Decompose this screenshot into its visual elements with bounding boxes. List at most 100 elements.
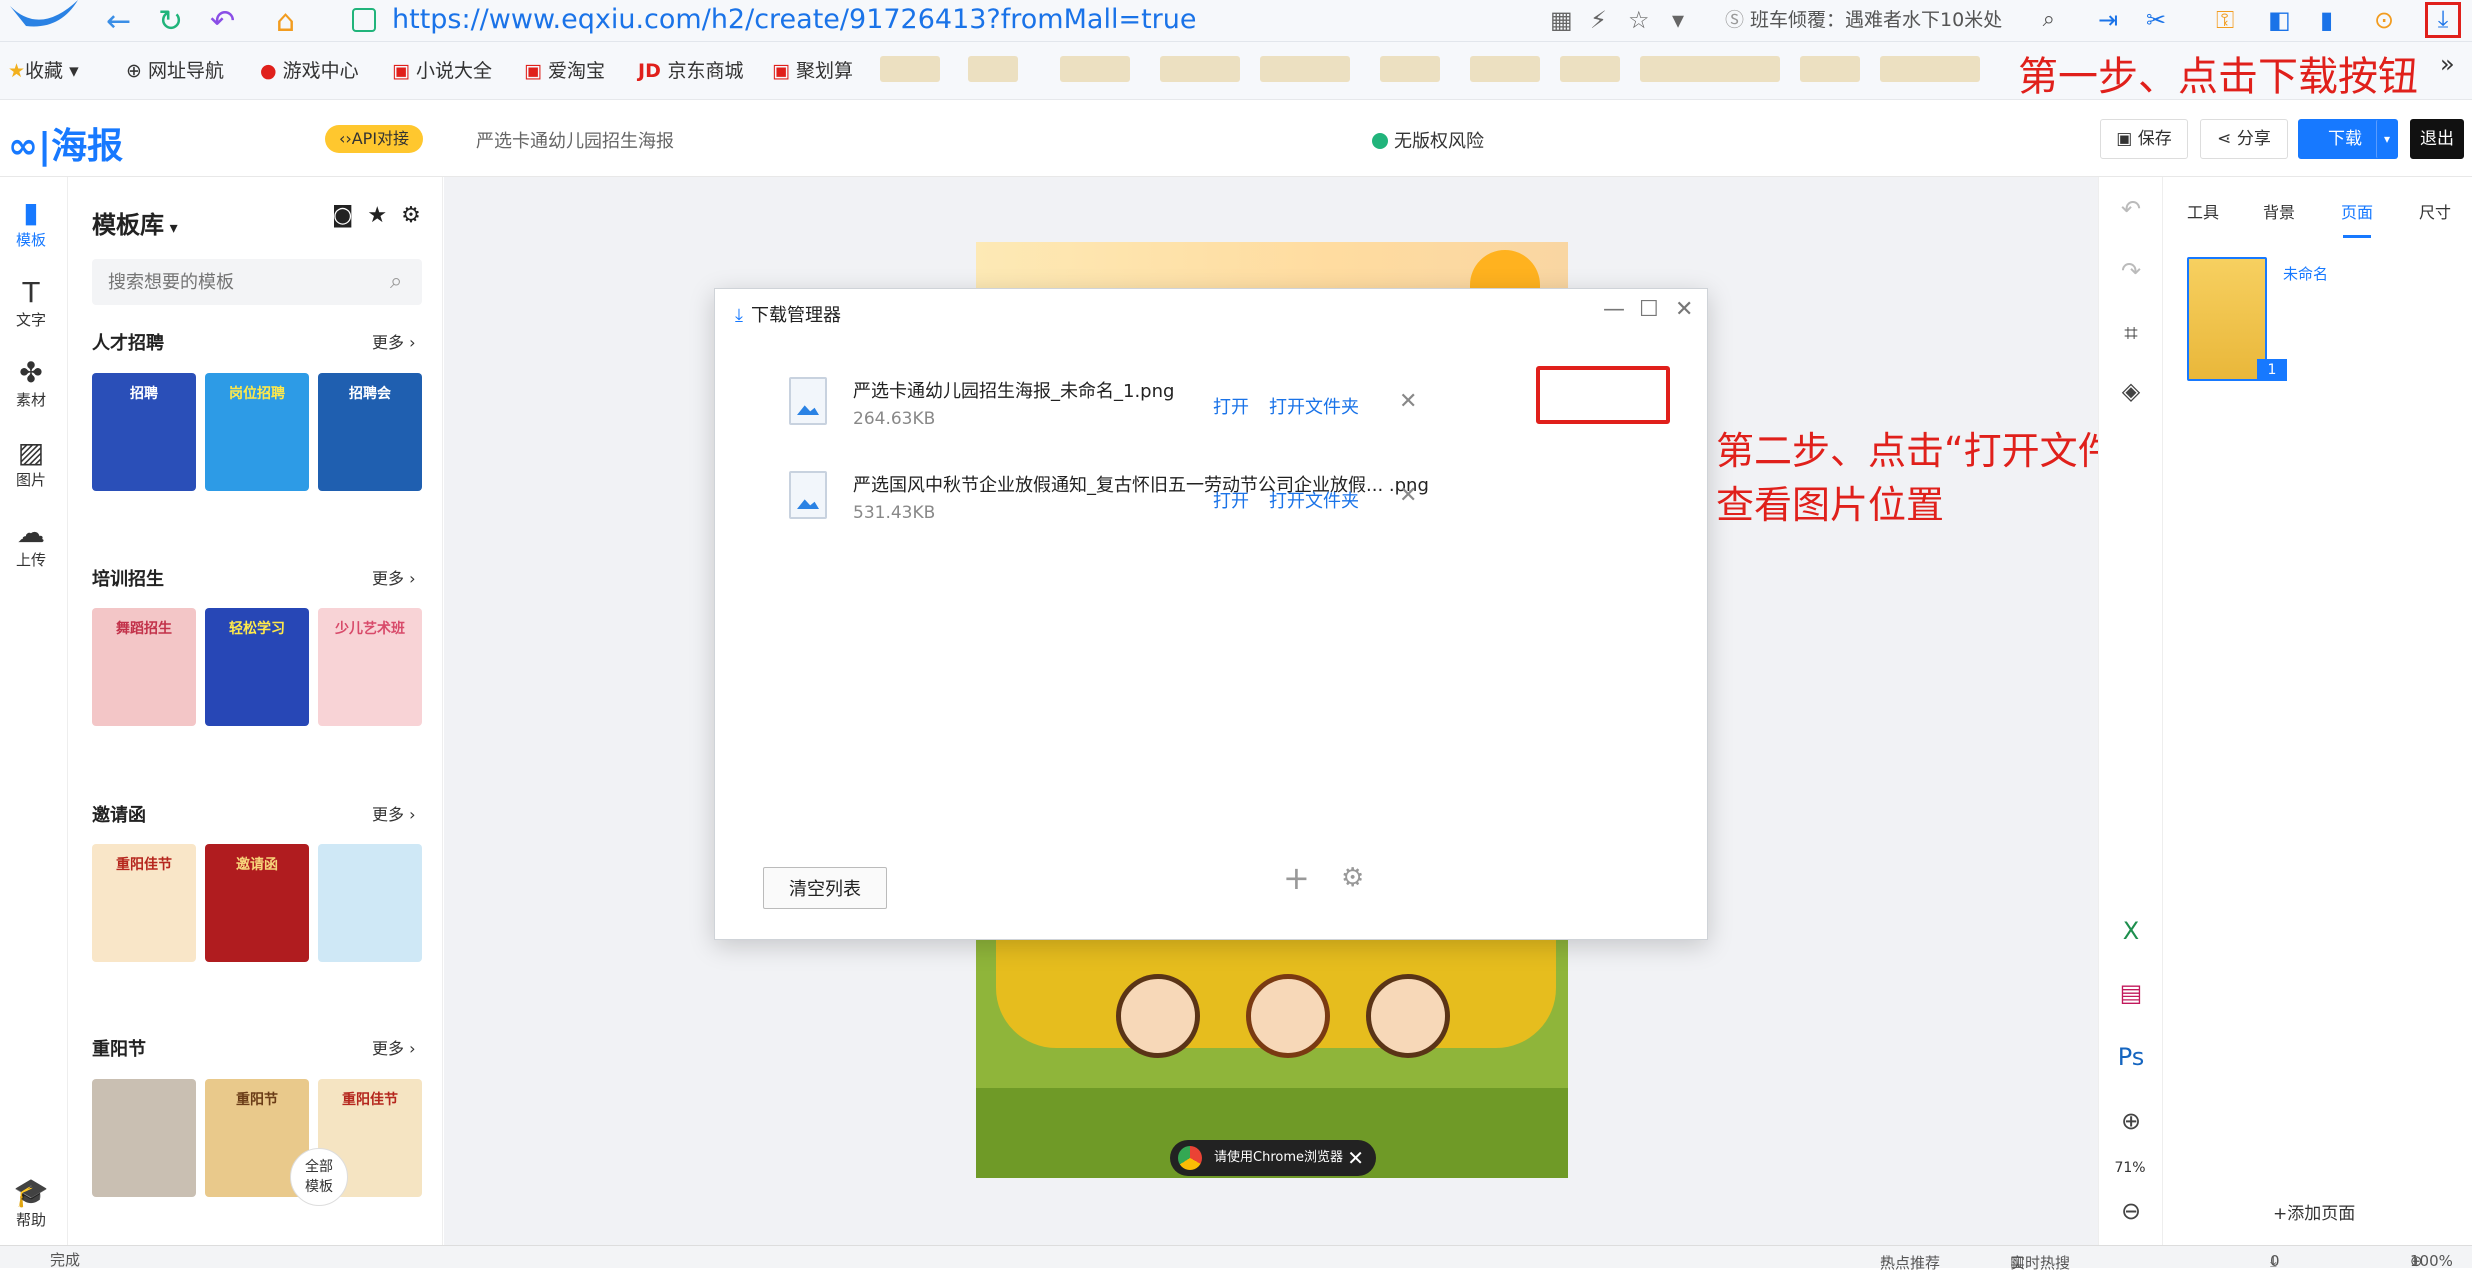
rail-upload[interactable]: ☁ 上传 bbox=[0, 517, 62, 570]
browser-download-icon[interactable]: ⤓ bbox=[2425, 2, 2461, 38]
gear-icon[interactable]: ⚙ bbox=[401, 203, 435, 228]
view-all-templates-button[interactable]: 全部 模板 bbox=[290, 1148, 348, 1206]
scissors-icon[interactable]: ✂ bbox=[2146, 6, 2166, 34]
tab-tools[interactable]: 工具 bbox=[2187, 199, 2219, 223]
more-link[interactable]: 更多 › bbox=[372, 1035, 416, 1059]
bookmark-favorites[interactable]: ★收藏 ▾ bbox=[8, 56, 79, 83]
bookmark-novels[interactable]: ▣ 小说大全 bbox=[392, 56, 492, 83]
page-name[interactable]: 未命名 bbox=[2283, 263, 2328, 284]
remove-item-icon[interactable]: ✕ bbox=[1399, 483, 1417, 508]
template-thumb[interactable] bbox=[318, 844, 422, 962]
remove-item-icon[interactable]: ✕ bbox=[1399, 389, 1417, 414]
reader-icon[interactable]: ▮ bbox=[2320, 6, 2333, 34]
key-icon[interactable]: ⚿ bbox=[2216, 6, 2234, 34]
settings-gear-icon[interactable]: ⚙ bbox=[1341, 863, 1364, 893]
material-icon: ✤ bbox=[19, 356, 43, 389]
add-page-button[interactable]: +添加页面 bbox=[2273, 1199, 2355, 1224]
page-number: 1 bbox=[2257, 359, 2287, 381]
tab-page[interactable]: 页面 bbox=[2341, 199, 2373, 223]
template-thumb[interactable]: 岗位招聘 bbox=[205, 373, 309, 491]
bookmark-jd[interactable]: JD 京东商城 bbox=[638, 56, 743, 83]
active-tab-indicator bbox=[2343, 235, 2371, 238]
crop-icon[interactable]: ⌗ bbox=[2099, 319, 2163, 347]
save-button[interactable]: ▣ 保存 bbox=[2100, 119, 2188, 159]
more-link[interactable]: 更多 › bbox=[372, 565, 416, 589]
close-icon[interactable]: ✕ bbox=[1675, 297, 1693, 322]
address-bar[interactable]: https://www.eqxiu.com/h2/create/91726413… bbox=[332, 2, 1532, 38]
rail-material[interactable]: ✤ 素材 bbox=[0, 357, 62, 410]
minimize-icon[interactable]: — bbox=[1603, 297, 1625, 322]
template-thumb[interactable]: 舞蹈招生 bbox=[92, 608, 196, 726]
template-thumb[interactable]: 招聘会 bbox=[318, 373, 422, 491]
zoom-out-icon[interactable]: ⊖ bbox=[2099, 1197, 2163, 1225]
blurred-bookmark bbox=[1800, 56, 1860, 82]
search-icon[interactable]: ⌕ bbox=[2043, 3, 2055, 37]
open-file-link[interactable]: 打开 bbox=[1213, 393, 1249, 419]
maximize-icon[interactable]: ☐ bbox=[1639, 297, 1659, 322]
undo-icon[interactable]: ↶ bbox=[210, 4, 235, 39]
brand-logo[interactable]: ∞|海报 bbox=[8, 117, 123, 169]
template-thumb[interactable]: 邀请函 bbox=[205, 844, 309, 962]
more-link[interactable]: 更多 › bbox=[372, 329, 416, 353]
star-icon[interactable]: ☆ bbox=[1628, 6, 1650, 34]
rail-help[interactable]: 🎓 帮助 bbox=[0, 1177, 62, 1230]
back-icon[interactable]: ← bbox=[106, 4, 131, 39]
open-file-link[interactable]: 打开 bbox=[1213, 487, 1249, 513]
home-icon[interactable]: ⌂ bbox=[276, 4, 295, 39]
star-filled-icon[interactable]: ★ bbox=[367, 203, 401, 228]
template-thumb[interactable]: 重阳佳节 bbox=[92, 844, 196, 962]
search-icon[interactable]: ⌕ bbox=[390, 269, 402, 294]
tab-size[interactable]: 尺寸 bbox=[2419, 199, 2451, 223]
layers-icon[interactable]: ◈ bbox=[2099, 377, 2163, 405]
bookmark-nav[interactable]: ⊕ 网址导航 bbox=[126, 56, 224, 83]
template-thumb[interactable]: 招聘 bbox=[92, 373, 196, 491]
photoshop-icon[interactable]: Ps bbox=[2099, 1043, 2163, 1071]
share-button[interactable]: ⋖ 分享 bbox=[2200, 119, 2288, 159]
template-thumb[interactable]: 少儿艺术班 bbox=[318, 608, 422, 726]
rail-template[interactable]: ▮ 模板 bbox=[0, 197, 62, 250]
bookmark-games[interactable]: ● 游戏中心 bbox=[260, 56, 359, 83]
close-icon[interactable]: ✕ bbox=[1347, 1140, 1364, 1176]
clear-list-button[interactable]: 清空列表 bbox=[763, 867, 887, 909]
zoom-in-icon[interactable]: ⊕ bbox=[2099, 1107, 2163, 1135]
pdf-icon[interactable]: ▤ bbox=[2099, 979, 2163, 1007]
template-thumb[interactable]: 轻松学习 bbox=[205, 608, 309, 726]
open-folder-link[interactable]: 打开文件夹 bbox=[1269, 487, 1359, 513]
refresh-icon[interactable]: ↻ bbox=[158, 4, 183, 39]
page-thumbnail[interactable] bbox=[2187, 257, 2267, 381]
download-dropdown-icon[interactable]: ▾ bbox=[2376, 119, 2398, 159]
bookmark-juhuasuan[interactable]: ▣ 聚划算 bbox=[772, 56, 853, 83]
rail-text[interactable]: T 文字 bbox=[0, 277, 62, 330]
tab-background[interactable]: 背景 bbox=[2263, 199, 2295, 223]
template-tools: ◙★⚙ bbox=[332, 203, 435, 228]
lightning-icon[interactable]: ⚡ bbox=[1590, 6, 1607, 34]
thumb-row: 舞蹈招生 轻松学习 少儿艺术班 bbox=[92, 608, 422, 726]
rail-image[interactable]: ▨ 图片 bbox=[0, 437, 62, 490]
add-icon[interactable]: + bbox=[1283, 859, 1310, 897]
blurred-bookmark bbox=[1060, 56, 1130, 82]
extension-icon[interactable]: ◧ bbox=[2268, 6, 2291, 34]
image-icon: ▨ bbox=[17, 436, 45, 469]
template-thumb[interactable] bbox=[92, 1079, 196, 1197]
chevron-down-icon[interactable]: ▾ bbox=[1672, 6, 1684, 34]
category-title: 人才招聘 bbox=[92, 333, 164, 354]
exit-button[interactable]: 退出 bbox=[2410, 119, 2464, 159]
bookmarks-overflow-icon[interactable]: » bbox=[2440, 50, 2455, 78]
doc-title[interactable]: 严选卡通幼儿园招生海报 bbox=[476, 127, 674, 153]
open-folder-link[interactable]: 打开文件夹 bbox=[1269, 393, 1359, 419]
category-title: 培训招生 bbox=[92, 569, 164, 590]
blurred-bookmark bbox=[1880, 56, 1980, 82]
template-library-title[interactable]: 模板库 ▾ bbox=[92, 205, 178, 240]
bag-icon[interactable]: ◙ bbox=[332, 203, 367, 228]
more-link[interactable]: 更多 › bbox=[372, 801, 416, 825]
search-box[interactable]: Ⓢ 班车倾覆：遇难者水下10米处 ⌕ bbox=[1725, 3, 2055, 37]
api-button[interactable]: ‹›API对接 bbox=[325, 125, 423, 153]
bookmark-taobao[interactable]: ▣ 爱淘宝 bbox=[524, 56, 605, 83]
template-search-input[interactable] bbox=[92, 259, 422, 305]
more-icon[interactable]: ⊙ bbox=[2374, 6, 2394, 34]
undo-icon[interactable]: ↶ bbox=[2099, 195, 2163, 223]
qr-icon[interactable]: ▦ bbox=[1550, 6, 1573, 34]
redo-icon[interactable]: ↷ bbox=[2099, 257, 2163, 285]
excel-icon[interactable]: X bbox=[2099, 917, 2163, 945]
login-icon[interactable]: ⇥ bbox=[2098, 6, 2118, 34]
